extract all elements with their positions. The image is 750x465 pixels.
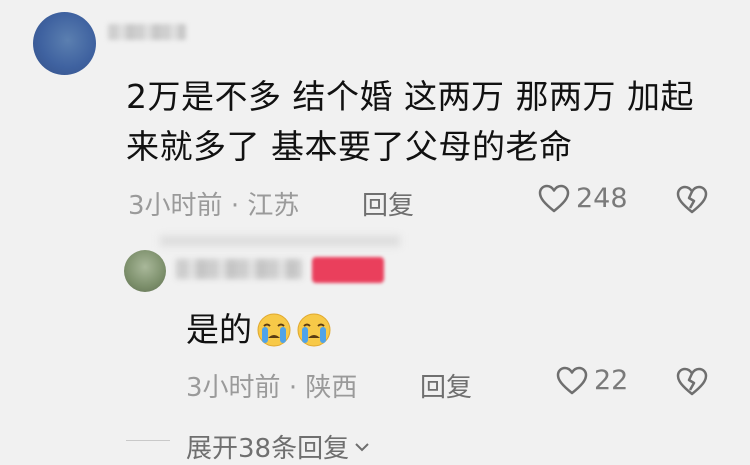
reply-button[interactable]: 回复: [362, 185, 414, 222]
crying-face-emoji: [297, 313, 331, 347]
reply-time: 3小时前: [186, 373, 281, 403]
reply-dislike-button[interactable]: [676, 367, 708, 401]
reply-text: 是的: [186, 310, 252, 349]
like-button[interactable]: 248: [538, 183, 628, 214]
meta-separator: ·: [230, 191, 248, 221]
reply-reply-button[interactable]: 回复: [420, 367, 472, 404]
reply-like-count: 22: [594, 365, 629, 396]
heart-outline-icon: [538, 184, 570, 212]
username-blurred[interactable]: [108, 24, 186, 40]
expand-replies-button[interactable]: 展开38条回复: [186, 428, 371, 465]
heart-outline-icon: [556, 366, 588, 394]
author-badge-blurred: [312, 257, 384, 283]
crying-face-emoji: [257, 313, 291, 347]
meta-separator: ·: [288, 373, 306, 403]
dislike-button[interactable]: [676, 185, 708, 219]
comment-location: 江苏: [247, 191, 300, 221]
comment-time: 3小时前: [128, 191, 223, 221]
expand-replies-label: 展开38条回复: [186, 434, 350, 464]
comment-text: 2万是不多 结个婚 这两万 那两万 加起来就多了 基本要了父母的老命: [126, 77, 694, 166]
comment-meta: 3小时前 · 江苏: [128, 185, 299, 222]
expand-divider: [126, 440, 170, 441]
reply-like-button[interactable]: 22: [556, 365, 628, 396]
broken-heart-icon: [676, 185, 708, 214]
reply-location: 陕西: [305, 373, 358, 403]
reply-username-blurred[interactable]: [176, 259, 302, 279]
avatar[interactable]: [33, 12, 96, 75]
reply-avatar[interactable]: [124, 250, 166, 292]
reply-meta: 3小时前 · 陕西: [186, 367, 357, 404]
blurred-area: [160, 236, 400, 246]
like-count: 248: [576, 183, 628, 214]
broken-heart-icon: [676, 367, 708, 396]
chevron-down-icon: [355, 442, 369, 451]
reply-text-row: 是的: [186, 305, 332, 355]
